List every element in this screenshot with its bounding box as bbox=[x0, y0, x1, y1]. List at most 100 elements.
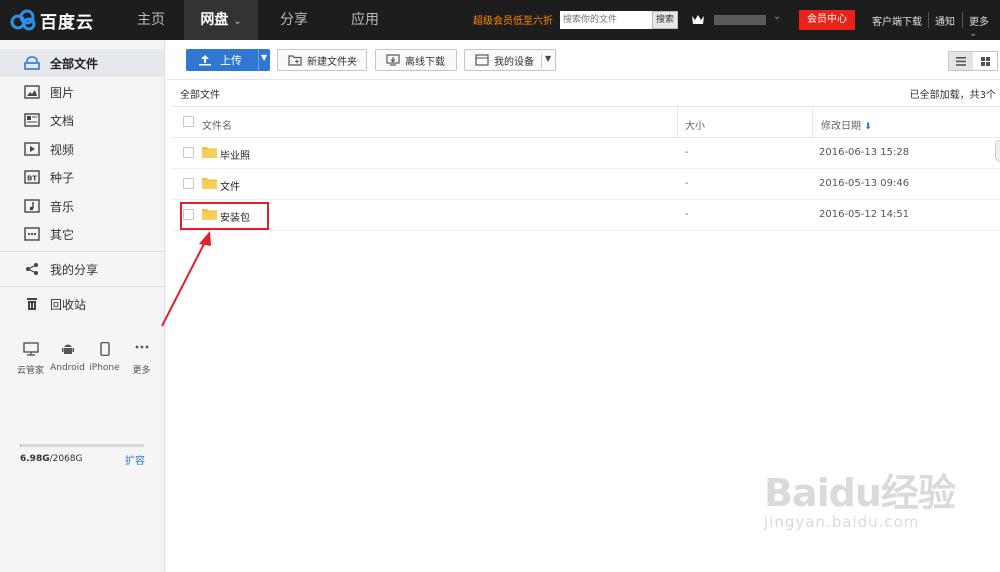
list-view-button[interactable] bbox=[949, 52, 973, 70]
sidebar: 全部文件 图片 文档 视频 BT 种子 音乐 其它 我的分享 回收站 云管家 A… bbox=[0, 40, 165, 572]
folder-icon bbox=[202, 178, 217, 189]
device-links: 云管家 Android iPhone 更多 bbox=[12, 341, 160, 376]
table-row[interactable]: 安装包 - 2016-05-12 14:51 bbox=[172, 200, 1000, 231]
breadcrumb[interactable]: 全部文件 bbox=[180, 86, 220, 101]
vip-center-button[interactable]: 会员中心 bbox=[799, 10, 855, 30]
monitor-icon bbox=[22, 342, 39, 356]
row-checkbox[interactable] bbox=[183, 178, 194, 189]
offline-download-label: 离线下载 bbox=[405, 56, 445, 68]
vip-promo-link[interactable]: 超级会员低至六折 bbox=[473, 12, 553, 27]
file-toolbar: 上传 ▼ 新建文件夹 离线下载 我的设备 ▼ bbox=[166, 40, 1000, 80]
file-date: 2016-06-13 15:28 bbox=[819, 147, 910, 158]
file-date: 2016-05-12 14:51 bbox=[819, 209, 910, 220]
upload-icon bbox=[199, 55, 211, 66]
column-header-date[interactable]: 修改日期 ⬇ bbox=[821, 117, 872, 132]
sidebar-item-label: 文档 bbox=[50, 113, 75, 128]
trash-icon bbox=[27, 298, 37, 310]
username-blurred[interactable] bbox=[714, 15, 766, 25]
sidebar-item-label: 全部文件 bbox=[50, 56, 99, 71]
more-menu[interactable]: 更多 ⌄ bbox=[969, 13, 1000, 39]
folder-icon bbox=[202, 147, 217, 158]
my-devices-button[interactable]: 我的设备 ▼ bbox=[464, 49, 556, 71]
column-header-name[interactable]: 文件名 bbox=[202, 117, 232, 132]
storage-quota-fill bbox=[20, 444, 22, 447]
grid-view-icon bbox=[980, 56, 990, 66]
devices-icon bbox=[475, 54, 489, 66]
crown-icon[interactable] bbox=[691, 13, 705, 25]
upload-button[interactable]: 上传 ▼ bbox=[186, 49, 270, 71]
new-folder-button[interactable]: 新建文件夹 bbox=[277, 49, 367, 71]
sidebar-item-images[interactable]: 图片 bbox=[0, 78, 164, 106]
sidebar-item-label: 图片 bbox=[50, 85, 75, 100]
device-pc[interactable]: 云管家 bbox=[12, 342, 49, 376]
device-label: iPhone bbox=[89, 363, 120, 373]
android-icon bbox=[61, 344, 74, 354]
column-header-size[interactable]: 大小 bbox=[685, 117, 705, 132]
device-more[interactable]: 更多 bbox=[123, 342, 160, 376]
baidu-cloud-logo[interactable]: 百度云 bbox=[10, 8, 94, 33]
sidebar-item-other[interactable]: 其它 bbox=[0, 220, 164, 248]
chevron-down-icon: ⌄ bbox=[233, 16, 242, 27]
nav-home[interactable]: 主页 bbox=[118, 0, 184, 40]
sidebar-item-label: 视频 bbox=[50, 142, 75, 157]
svg-text:BT: BT bbox=[27, 175, 37, 183]
offline-download-icon bbox=[386, 54, 400, 66]
sidebar-item-torrents[interactable]: BT 种子 bbox=[0, 163, 164, 191]
sidebar-item-recycle-bin[interactable]: 回收站 bbox=[0, 290, 164, 318]
sidebar-item-all-files[interactable]: 全部文件 bbox=[0, 49, 164, 77]
client-download-link[interactable]: 客户端下载 bbox=[872, 13, 922, 28]
file-date: 2016-05-13 09:46 bbox=[819, 178, 910, 189]
more-icon bbox=[135, 345, 148, 349]
sidebar-item-videos[interactable]: 视频 bbox=[0, 135, 164, 163]
quota-total: /2068G bbox=[49, 454, 83, 464]
baidu-jingyan-watermark: Baidu经验 jingyan.baidu.com bbox=[764, 462, 956, 531]
sidebar-item-my-shares[interactable]: 我的分享 bbox=[0, 255, 164, 283]
grid-view-button[interactable] bbox=[973, 52, 997, 70]
music-icon bbox=[24, 199, 40, 213]
table-row[interactable]: 毕业照 - 2016-06-13 15:28 bbox=[172, 138, 1000, 169]
expand-storage-link[interactable]: 扩容 bbox=[125, 452, 145, 467]
sidebar-item-label: 我的分享 bbox=[50, 262, 99, 277]
nav-netdisk-label: 网盘 bbox=[200, 12, 229, 28]
nav-apps[interactable]: 应用 bbox=[330, 0, 400, 40]
file-name[interactable]: 文件 bbox=[220, 178, 240, 193]
file-table-header: 文件名 大小 修改日期 ⬇ bbox=[172, 106, 1000, 138]
cloud-logo-icon bbox=[10, 9, 36, 31]
notifications-link[interactable]: 通知 bbox=[935, 13, 955, 28]
row-checkbox[interactable] bbox=[183, 147, 194, 158]
list-view-icon bbox=[956, 56, 966, 66]
divider bbox=[0, 286, 164, 287]
select-all-checkbox[interactable] bbox=[183, 116, 194, 127]
sidebar-item-music[interactable]: 音乐 bbox=[0, 192, 164, 220]
scroll-handle[interactable] bbox=[995, 140, 1000, 162]
offline-download-button[interactable]: 离线下载 bbox=[375, 49, 457, 71]
caret-down-icon[interactable]: ▼ bbox=[541, 54, 551, 68]
caret-down-icon[interactable]: ▼ bbox=[261, 53, 267, 62]
image-icon bbox=[24, 85, 40, 99]
nav-share[interactable]: 分享 bbox=[258, 0, 330, 40]
file-size: - bbox=[685, 209, 689, 220]
device-android[interactable]: Android bbox=[49, 342, 86, 376]
sidebar-item-label: 回收站 bbox=[50, 297, 87, 312]
chevron-down-icon[interactable]: ⌄ bbox=[773, 11, 781, 22]
sidebar-item-label: 其它 bbox=[50, 227, 75, 242]
device-iphone[interactable]: iPhone bbox=[86, 341, 123, 376]
phone-icon bbox=[99, 341, 110, 357]
nav-netdisk[interactable]: 网盘 ⌄ bbox=[184, 0, 258, 40]
document-icon bbox=[24, 113, 40, 127]
cloud-drive-icon bbox=[24, 56, 40, 70]
divider bbox=[0, 251, 164, 252]
load-status: 已全部加载，共3个 bbox=[909, 90, 996, 101]
top-navigation-bar: 百度云 主页 网盘 ⌄ 分享 应用 超级会员低至六折 搜索 ⌄ 会员中心 客户端… bbox=[0, 0, 1000, 40]
view-mode-toggle bbox=[948, 51, 998, 71]
file-name[interactable]: 毕业照 bbox=[220, 147, 250, 162]
more-label: 更多 bbox=[969, 17, 989, 28]
other-icon bbox=[24, 227, 40, 241]
divider bbox=[258, 49, 259, 71]
search-input[interactable] bbox=[560, 11, 652, 29]
sidebar-item-documents[interactable]: 文档 bbox=[0, 106, 164, 134]
file-size: - bbox=[685, 147, 689, 158]
search-button[interactable]: 搜索 bbox=[652, 11, 678, 29]
table-row[interactable]: 文件 - 2016-05-13 09:46 bbox=[172, 169, 1000, 200]
upload-label: 上传 bbox=[220, 54, 242, 67]
